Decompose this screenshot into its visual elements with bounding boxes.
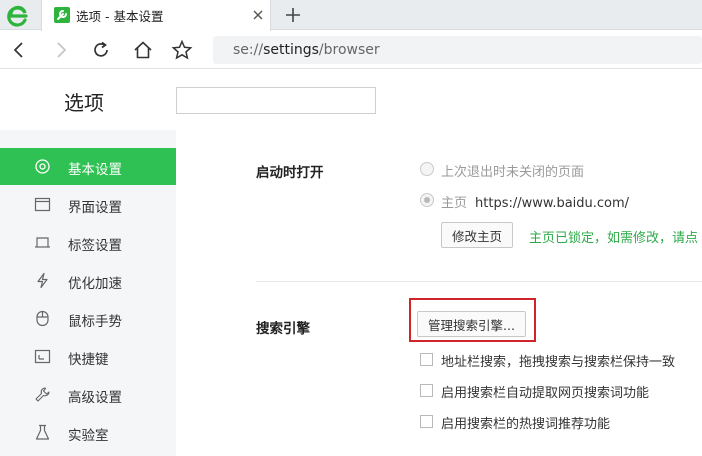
sidebar-item-label: 高级设置 <box>68 390 122 406</box>
sidebar-item-optimize[interactable]: 优化加速 <box>0 262 176 299</box>
sidebar-item-label: 鼠标手势 <box>68 314 122 330</box>
reload-icon[interactable] <box>90 39 112 61</box>
home-icon[interactable] <box>132 39 154 61</box>
checkbox-sync-label: 地址栏搜索，拖拽搜索与搜索栏保持一致 <box>441 355 676 370</box>
sidebar-item-advanced-settings[interactable]: 高级设置 <box>0 376 176 413</box>
sidebar-item-label: 标签设置 <box>68 238 122 254</box>
sidebar-item-interface-settings[interactable]: 界面设置 <box>0 186 176 223</box>
radio-restore[interactable] <box>420 162 434 176</box>
checkbox-extract-label: 启用搜索栏自动提取网页搜索词功能 <box>441 386 650 401</box>
homepage-lock-note: 主页已锁定，如需修改，请点 <box>529 231 699 246</box>
flask-icon <box>35 424 50 440</box>
sidebar-item-label: 实验室 <box>68 428 109 444</box>
window-icon <box>34 197 51 212</box>
radio-restore-label: 上次退出时未关闭的页面 <box>441 165 585 180</box>
active-tab[interactable]: 选项 - 基本设置 <box>41 0 271 31</box>
sidebar-item-label: 基本设置 <box>68 162 122 178</box>
manage-search-engines-button[interactable]: 管理搜索引擎... <box>417 311 526 337</box>
sidebar-item-shortcuts[interactable]: 快捷键 <box>0 338 176 375</box>
forward-icon[interactable] <box>50 39 72 61</box>
sidebar-item-tab-settings[interactable]: 标签设置 <box>0 224 176 261</box>
sidebar-item-label: 快捷键 <box>68 352 109 368</box>
search-section-label: 搜索引擎 <box>256 321 310 337</box>
homepage-url: https://www.baidu.com/ <box>475 196 630 211</box>
checkbox-extract[interactable] <box>420 384 433 397</box>
sidebar-item-label: 优化加速 <box>68 276 122 292</box>
sidebar-item-label: 界面设置 <box>68 200 122 216</box>
settings-search-input[interactable] <box>176 87 376 114</box>
back-icon[interactable] <box>8 39 30 61</box>
page-title: 选项 <box>64 91 104 115</box>
radio-home-label: 主页 https://www.baidu.com/ <box>441 196 630 211</box>
modify-homepage-button[interactable]: 修改主页 <box>441 222 514 248</box>
sidebar-item-mouse-gestures[interactable]: 鼠标手势 <box>0 300 176 337</box>
startup-section-label: 启动时打开 <box>256 165 324 181</box>
mouse-icon <box>36 310 49 327</box>
address-bar[interactable]: se://settings/browser <box>213 36 702 64</box>
settings-main: 启动时打开 上次退出时未关闭的页面 主页 https://www.baidu.co… <box>176 130 702 456</box>
wrench-icon <box>35 387 50 402</box>
close-tab-icon[interactable] <box>250 7 266 23</box>
settings-favicon-icon <box>54 7 70 23</box>
section-divider <box>256 281 702 282</box>
shortcut-icon <box>34 349 51 364</box>
checkbox-hot-words[interactable] <box>420 415 433 428</box>
tab-strip: 选项 - 基本设置 <box>0 0 702 31</box>
toolbar: se://settings/browser <box>0 31 702 69</box>
checkbox-sync[interactable] <box>420 353 433 366</box>
checkbox-hot-words-label: 启用搜索栏的热搜词推荐功能 <box>441 417 611 432</box>
lightning-icon <box>37 272 48 289</box>
new-tab-icon[interactable] <box>282 4 304 26</box>
sidebar-item-lab[interactable]: 实验室 <box>0 414 176 451</box>
browser-logo-icon[interactable] <box>6 3 30 27</box>
address-text: se://settings/browser <box>233 42 380 58</box>
target-icon <box>35 159 50 174</box>
page-header: 选项 <box>0 70 702 130</box>
tab-icon <box>35 237 50 248</box>
tab-title: 选项 - 基本设置 <box>76 9 164 24</box>
sidebar-item-basic-settings[interactable]: 基本设置 <box>0 148 176 185</box>
sidebar: 基本设置 界面设置 标签设置 优化加速 鼠标手势 快捷键 高级设置 实验室 <box>0 130 176 456</box>
bookmark-star-icon[interactable] <box>171 39 193 61</box>
radio-home[interactable] <box>420 193 434 207</box>
